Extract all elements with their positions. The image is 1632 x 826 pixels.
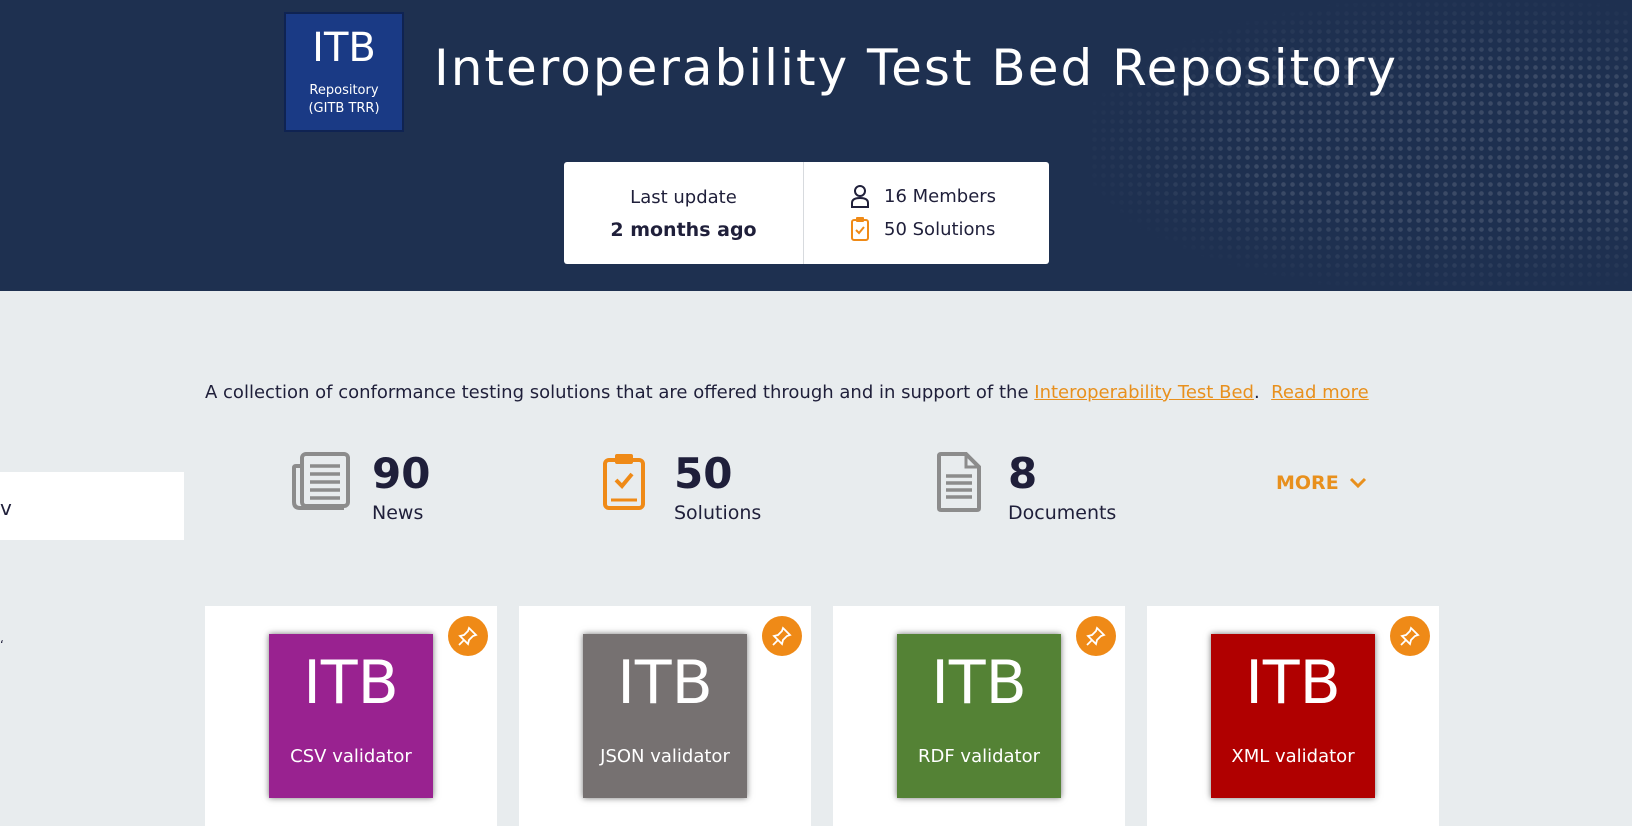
news-count-label: News <box>372 502 424 524</box>
last-update-value: 2 months ago <box>610 219 757 241</box>
side-panel-glyph: v <box>0 496 12 520</box>
page-title: Interoperability Test Bed Repository <box>434 39 1398 97</box>
documents-count-label: Documents <box>1008 502 1117 524</box>
logo-subtitle: Repository (GITB TRR) <box>286 82 402 118</box>
pin-icon <box>1400 626 1420 646</box>
clipboard-check-icon <box>851 217 869 241</box>
news-icon <box>292 452 350 510</box>
repository-logo[interactable]: ITB Repository (GITB TRR) <box>284 12 404 132</box>
page-header: ITB Repository (GITB TRR) Interoperabili… <box>0 0 1632 291</box>
tile-main-text: ITB <box>931 648 1027 718</box>
logo-main-text: ITB <box>312 25 376 71</box>
last-update: Last update 2 months ago <box>564 162 803 264</box>
solution-card-logo: ITB XML validator <box>1211 634 1375 798</box>
documents-count-value: 8 <box>1008 449 1038 498</box>
logo-subtitle-line1: Repository <box>309 83 379 98</box>
tile-caption: XML validator <box>1231 746 1355 767</box>
last-update-label: Last update <box>630 187 737 208</box>
solutions-icon <box>603 454 645 510</box>
tile-main-text: ITB <box>1245 648 1341 718</box>
pin-icon <box>772 626 792 646</box>
side-panel-tab[interactable]: v <box>0 472 184 540</box>
solutions-label: 50 Solutions <box>884 218 996 240</box>
tile-caption: JSON validator <box>600 746 730 767</box>
repository-stats-box: Last update 2 months ago 16 Members 50 S… <box>564 162 1049 264</box>
solution-card-logo: ITB CSV validator <box>269 634 433 798</box>
side-panel-mark: ‘ <box>0 638 4 652</box>
solutions-count[interactable]: 50 Solutions <box>850 216 995 242</box>
solution-card[interactable]: ITB CSV validator <box>205 606 497 826</box>
read-more-link[interactable]: Read more <box>1271 382 1369 403</box>
repository-description: A collection of conformance testing solu… <box>205 382 1369 403</box>
more-toggle[interactable]: MORE <box>1276 472 1367 494</box>
solution-card-logo: ITB JSON validator <box>583 634 747 798</box>
pin-button[interactable] <box>762 616 802 656</box>
description-period: . <box>1253 382 1260 403</box>
solutions-count-value: 50 <box>674 449 733 498</box>
more-label: MORE <box>1276 472 1339 494</box>
tile-caption: CSV validator <box>290 746 412 767</box>
solutions-count-label: Solutions <box>674 502 762 524</box>
tile-caption: RDF validator <box>917 746 1041 767</box>
pin-button[interactable] <box>1076 616 1116 656</box>
members-count[interactable]: 16 Members <box>850 184 996 208</box>
solution-card[interactable]: ITB XML validator <box>1147 606 1439 826</box>
tile-main-text: ITB <box>303 648 399 718</box>
solution-card[interactable]: ITB RDF validator <box>833 606 1125 826</box>
members-label: 16 Members <box>884 185 997 207</box>
description-text: A collection of conformance testing solu… <box>205 382 1035 403</box>
person-icon <box>851 185 869 208</box>
news-count-value: 90 <box>372 449 431 498</box>
pin-icon <box>1086 626 1106 646</box>
pin-button[interactable] <box>1390 616 1430 656</box>
itb-link[interactable]: Interoperability Test Bed <box>1034 382 1254 403</box>
documents-icon <box>937 452 981 512</box>
chevron-down-icon <box>1349 477 1366 489</box>
tile-main-text: ITB <box>617 648 713 718</box>
logo-subtitle-line2: (GITB TRR) <box>308 101 380 116</box>
stats-divider <box>803 162 804 264</box>
pin-icon <box>458 626 478 646</box>
pin-button[interactable] <box>448 616 488 656</box>
solution-card-logo: ITB RDF validator <box>897 634 1061 798</box>
solution-card[interactable]: ITB JSON validator <box>519 606 811 826</box>
